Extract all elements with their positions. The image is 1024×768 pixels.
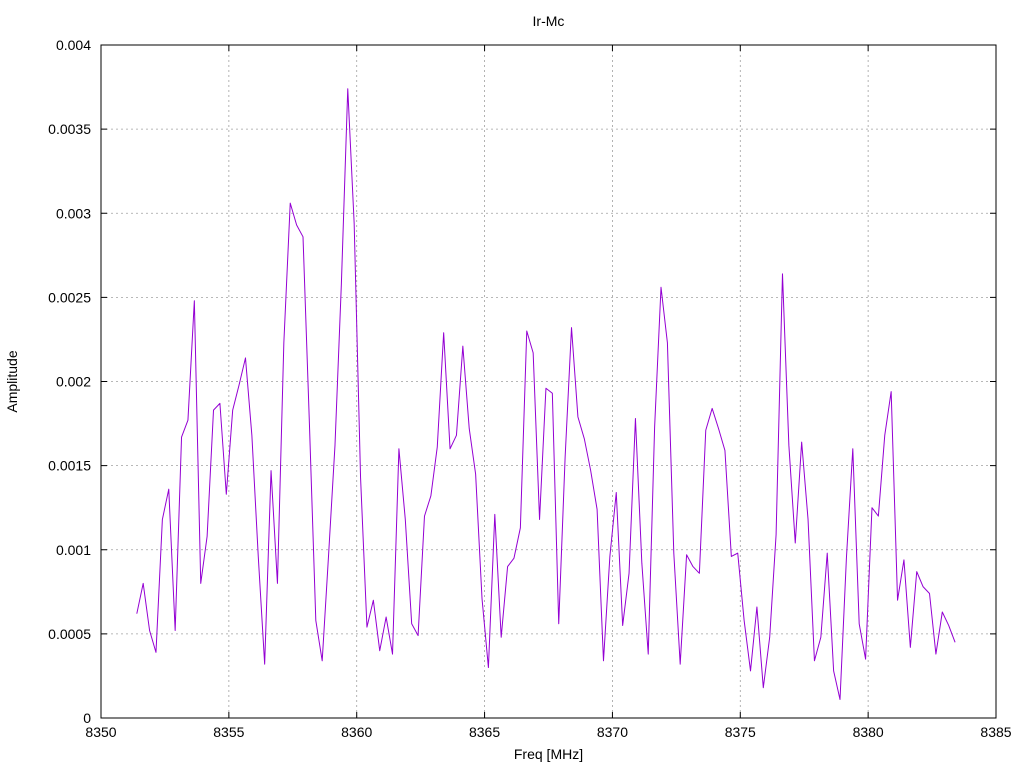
- y-tick-label: 0.004: [56, 37, 91, 53]
- y-tick-label: 0.003: [56, 205, 91, 221]
- amplitude-chart: 8350 8355 8360 8365 8370 8375 8380 8385 0 0.0005 0…: [0, 0, 1024, 768]
- chart-title: Ir-Mc: [533, 13, 565, 29]
- y-tick-label: 0.0005: [48, 626, 91, 642]
- x-tick-label: 8355: [213, 724, 244, 740]
- x-tick-label: 8385: [980, 724, 1011, 740]
- x-tick-label: 8380: [853, 724, 884, 740]
- y-tick-label: 0.0035: [48, 121, 91, 137]
- x-tick-label: 8365: [469, 724, 500, 740]
- x-axis-title: Freq [MHz]: [514, 746, 583, 762]
- x-tick-label: 8370: [597, 724, 628, 740]
- y-axis-title: Amplitude: [4, 350, 20, 412]
- chart-background: [0, 0, 1024, 768]
- x-tick-label: 8350: [85, 724, 116, 740]
- y-tick-label: 0.0025: [48, 289, 91, 305]
- y-tick-label: 0.002: [56, 374, 91, 390]
- y-tick-label: 0: [83, 710, 91, 726]
- y-tick-label: 0.001: [56, 542, 91, 558]
- x-tick-label: 8375: [725, 724, 756, 740]
- y-tick-label: 0.0015: [48, 458, 91, 474]
- x-tick-label: 8360: [341, 724, 372, 740]
